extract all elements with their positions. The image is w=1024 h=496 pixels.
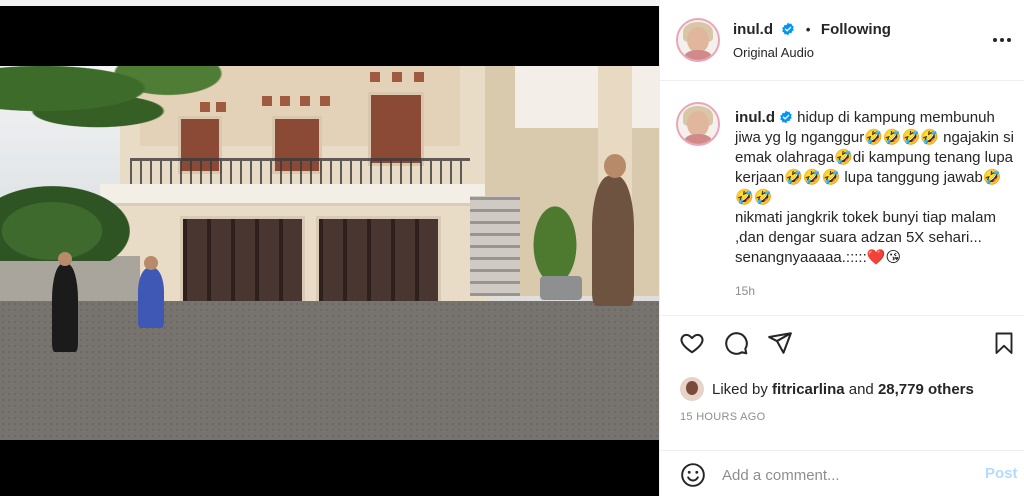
comment-icon (725, 332, 748, 355)
liker-avatar[interactable] (680, 377, 704, 401)
comment-button[interactable] (722, 329, 750, 357)
header-dot-separator: • (805, 22, 811, 37)
following-button[interactable]: Following (821, 21, 891, 38)
post-media[interactable] (0, 0, 659, 496)
share-icon (768, 332, 792, 354)
scene-vent (320, 96, 330, 106)
caption: inul.d hidup di kampung membunuh jiwa yg… (735, 108, 1020, 268)
post-comment-button[interactable]: Post (985, 465, 1018, 482)
share-button[interactable] (766, 329, 794, 357)
verified-badge-icon (780, 110, 792, 124)
media-bottom-letterbox (0, 440, 659, 496)
scene-garage-door (316, 216, 441, 308)
scene-person-head (58, 252, 72, 266)
video-frame[interactable] (0, 66, 659, 440)
avatar[interactable] (676, 18, 720, 62)
scene-plant (525, 191, 585, 281)
comment-form: Post (660, 450, 1024, 496)
scene-garage-door (180, 216, 305, 308)
scene-vent (414, 72, 424, 82)
post-date[interactable]: 15 HOURS AGO (680, 411, 766, 423)
post-panel: inul.d • Following Original Audio inul.d… (659, 0, 1024, 496)
caption-timestamp[interactable]: 15h (735, 284, 755, 298)
scene-tree (0, 66, 280, 141)
emoji-picker-button[interactable] (680, 462, 706, 488)
liker-username[interactable]: fitricarlina (772, 381, 845, 398)
scene-pot (540, 276, 582, 300)
save-button[interactable] (990, 329, 1018, 357)
ellipsis-icon (993, 38, 1011, 42)
heart-icon (680, 333, 704, 354)
header-username[interactable]: inul.d (733, 21, 773, 38)
scene-vent (370, 72, 380, 82)
likes-summary: Liked by fitricarlina and 28,779 others (680, 377, 974, 401)
like-button[interactable] (678, 329, 706, 357)
scene-vent (392, 72, 402, 82)
scene-person-head (604, 154, 626, 178)
more-options-button[interactable] (990, 28, 1014, 52)
scene-person-head (144, 256, 158, 270)
comment-input[interactable] (722, 463, 962, 487)
caption-username[interactable]: inul.d (735, 109, 775, 126)
scene-person (52, 252, 78, 352)
scene-bushes (0, 186, 130, 261)
original-audio-link[interactable]: Original Audio (733, 45, 814, 60)
scene-window (368, 92, 424, 166)
scene-right-eave (515, 66, 659, 128)
likes-middle: and (844, 380, 878, 398)
scene-vent (300, 96, 310, 106)
scene-ground (0, 301, 659, 440)
verified-badge-icon (782, 22, 795, 36)
avatar-body (684, 50, 712, 60)
likes-prefix: Liked by (712, 380, 773, 398)
scene-vent (280, 96, 290, 106)
media-top-edge (0, 0, 659, 6)
caption-section: inul.d hidup di kampung membunuh jiwa yg… (660, 82, 1024, 316)
caption-avatar[interactable] (676, 102, 720, 146)
caption-text: hidup di kampung membunuh jiwa yg lg nga… (735, 109, 1015, 266)
bookmark-icon (995, 332, 1013, 354)
scene-eave (100, 184, 490, 206)
scene-person (138, 256, 164, 328)
action-bar (660, 329, 1024, 359)
avatar-body (684, 134, 712, 144)
likes-others-link[interactable]: 28,779 others (878, 381, 974, 398)
post-header: inul.d • Following Original Audio (660, 0, 1024, 81)
header-user-block: inul.d • Following (733, 21, 891, 39)
scene-stairs (470, 196, 520, 296)
scene-person (592, 154, 634, 306)
smiley-icon (681, 463, 705, 487)
